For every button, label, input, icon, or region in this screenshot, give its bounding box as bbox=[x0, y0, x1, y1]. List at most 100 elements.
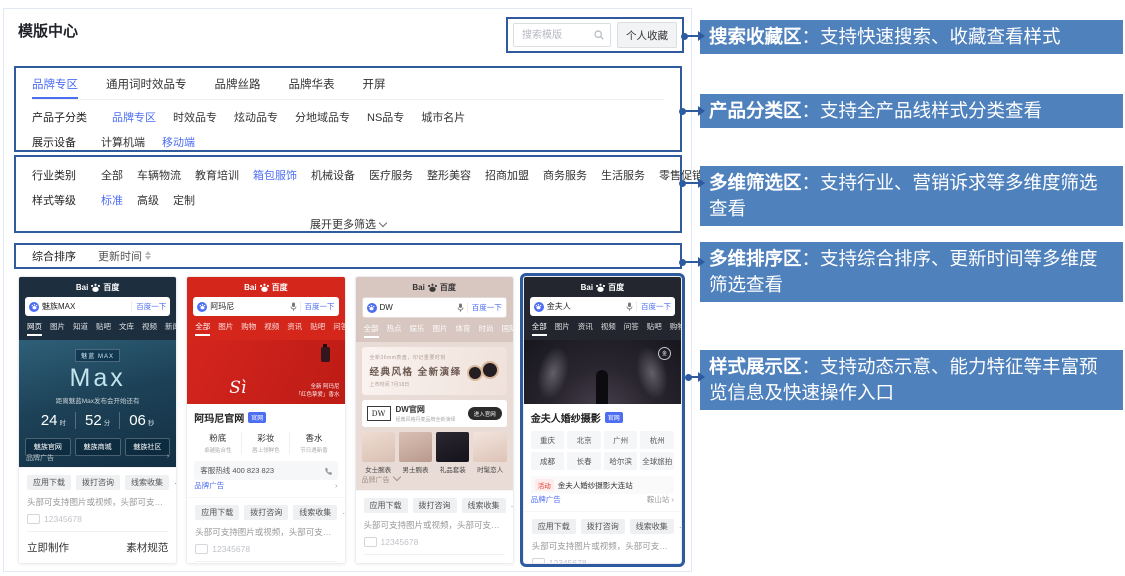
capability-tag[interactable]: 拨打咨询 bbox=[581, 519, 625, 534]
material-spec-link[interactable]: 素材规范 bbox=[463, 563, 505, 564]
city-item[interactable]: 广州 bbox=[604, 431, 638, 449]
result-tab[interactable]: 资讯 bbox=[287, 321, 302, 336]
result-tab[interactable]: 新闻 bbox=[165, 321, 177, 336]
capability-tag[interactable]: 拨打咨询 bbox=[413, 498, 457, 513]
result-tab[interactable]: 资讯 bbox=[578, 321, 593, 336]
industry-item[interactable]: 商务服务 bbox=[543, 167, 587, 183]
product-thumb[interactable]: 礼品套装 bbox=[436, 432, 469, 474]
arrow-right-icon[interactable]: › bbox=[167, 453, 169, 463]
baidu-go-button[interactable]: 百度一下 bbox=[467, 302, 502, 313]
baidu-go-button[interactable]: 百度一下 bbox=[300, 301, 335, 312]
capability-tag[interactable]: 线索收集 bbox=[630, 519, 674, 534]
sort-option-updated[interactable]: 更新时间 bbox=[98, 248, 151, 264]
baidu-search-bar[interactable]: 阿玛尼 百度一下 bbox=[193, 297, 338, 316]
result-tab[interactable]: 图片 bbox=[50, 321, 65, 336]
result-tab[interactable]: 热点 bbox=[387, 323, 402, 338]
result-tab[interactable]: 全部 bbox=[364, 323, 379, 338]
city-item[interactable]: 长春 bbox=[567, 452, 601, 470]
capability-tag[interactable]: 线索收集 bbox=[462, 498, 506, 513]
dw-site-card[interactable]: DW DW官网经典风格丹麦品牌全新演绎 进入官网 bbox=[362, 400, 507, 427]
sub-category-item[interactable]: 品牌专区 bbox=[112, 109, 156, 125]
product-thumb[interactable]: 男士腕表 bbox=[399, 432, 432, 474]
industry-item[interactable]: 教育培训 bbox=[195, 167, 239, 183]
product-column[interactable]: 粉底卓越贴合性 bbox=[194, 432, 241, 454]
result-tab[interactable]: 视频 bbox=[142, 321, 157, 336]
expand-more-filters-link[interactable]: 展开更多筛选 bbox=[32, 216, 664, 232]
sub-category-item[interactable]: 时效品专 bbox=[173, 109, 217, 125]
personal-favorites-button[interactable]: 个人收藏 bbox=[617, 22, 677, 48]
template-card-armani[interactable]: Bai百度 阿玛尼 百度一下 全部图片购物视频资讯贴吧问答 Sì 全新 阿玛尼「… bbox=[186, 276, 345, 564]
enter-site-button[interactable]: 进入官网 bbox=[468, 407, 502, 420]
result-tab[interactable]: 图片 bbox=[218, 321, 233, 336]
industry-item[interactable]: 生活服务 bbox=[601, 167, 645, 183]
capability-tag[interactable]: 线索收集 bbox=[293, 505, 337, 520]
search-input[interactable] bbox=[520, 29, 594, 42]
capability-tag[interactable]: 应用下载 bbox=[532, 519, 576, 534]
more-tags-icon[interactable]: ··· bbox=[679, 522, 682, 532]
result-tab[interactable]: 国际 bbox=[502, 323, 514, 338]
result-tab[interactable]: 贴吧 bbox=[96, 321, 111, 336]
result-tab[interactable]: 图片 bbox=[555, 321, 570, 336]
industry-item[interactable]: 全部 bbox=[101, 167, 123, 183]
product-line-tab[interactable]: 品牌丝路 bbox=[215, 76, 261, 92]
industry-item[interactable]: 医疗服务 bbox=[369, 167, 413, 183]
search-input-wrap[interactable] bbox=[513, 23, 611, 47]
product-line-tab[interactable]: 通用词时效品专 bbox=[106, 76, 187, 92]
template-card-meizu[interactable]: Bai百度 魅族MAX 百度一下 网页图片知道贴吧文库视频新闻 魅蓝 MAX M… bbox=[18, 276, 177, 564]
city-item[interactable]: 杭州 bbox=[640, 431, 674, 449]
city-item[interactable]: 北京 bbox=[567, 431, 601, 449]
baidu-search-bar[interactable]: 魅族MAX 百度一下 bbox=[25, 297, 170, 316]
result-tab[interactable]: 网页 bbox=[27, 321, 42, 336]
result-tab[interactable]: 时尚 bbox=[479, 323, 494, 338]
capability-tag[interactable]: 应用下载 bbox=[195, 505, 239, 520]
product-column[interactable]: 彩妆唇上领鲜色 bbox=[241, 432, 289, 454]
result-tab[interactable]: 体育 bbox=[456, 323, 471, 338]
sort-option-comprehensive[interactable]: 综合排序 bbox=[32, 248, 76, 264]
result-tab[interactable]: 问答 bbox=[333, 321, 345, 336]
product-thumb[interactable]: 时髦恋人 bbox=[473, 432, 506, 474]
sub-category-item[interactable]: NS品专 bbox=[367, 109, 404, 125]
city-item[interactable]: 全球旅拍 bbox=[640, 452, 674, 470]
result-tab[interactable]: 问答 bbox=[624, 321, 639, 336]
capability-tag[interactable]: 应用下载 bbox=[364, 498, 408, 513]
template-card-dw[interactable]: Bai百度 DW 百度一下 全部热点娱乐图片体育时尚国际 全新36mm表盘，印记… bbox=[355, 276, 514, 564]
product-line-tab[interactable]: 品牌华表 bbox=[289, 76, 335, 92]
sub-category-item[interactable]: 城市名片 bbox=[421, 109, 465, 125]
result-tab[interactable]: 购物 bbox=[241, 321, 256, 336]
hotline-bar[interactable]: 客服热线 400 823 823 bbox=[194, 461, 337, 480]
product-line-tab[interactable]: 品牌专区 bbox=[32, 76, 78, 99]
result-tab[interactable]: 贴吧 bbox=[310, 321, 325, 336]
microphone-icon[interactable] bbox=[290, 302, 297, 311]
more-tags-icon[interactable]: ··· bbox=[511, 501, 514, 511]
product-column[interactable]: 香水节日遇新香 bbox=[289, 432, 337, 454]
sub-category-item[interactable]: 分地域品专 bbox=[295, 109, 350, 125]
capability-tag[interactable]: 拨打咨询 bbox=[76, 475, 120, 490]
result-tab[interactable]: 视频 bbox=[264, 321, 279, 336]
city-item[interactable]: 哈尔滨 bbox=[604, 452, 638, 470]
create-now-button[interactable]: 立即制作 bbox=[364, 563, 406, 564]
arrow-right-icon[interactable]: › bbox=[335, 481, 338, 490]
more-tags-icon[interactable]: ··· bbox=[342, 508, 345, 518]
result-tab[interactable]: 贴吧 bbox=[647, 321, 662, 336]
industry-item[interactable]: 招商加盟 bbox=[485, 167, 529, 183]
device-item[interactable]: 移动端 bbox=[162, 134, 195, 150]
result-tab[interactable]: 全部 bbox=[195, 321, 210, 336]
result-tab[interactable]: 视频 bbox=[601, 321, 616, 336]
industry-item[interactable]: 机械设备 bbox=[311, 167, 355, 183]
city-item[interactable]: 重庆 bbox=[531, 431, 565, 449]
station-link[interactable]: 鞍山站 › bbox=[647, 494, 674, 505]
capability-tag[interactable]: 线索收集 bbox=[125, 475, 169, 490]
result-tab[interactable]: 全部 bbox=[532, 321, 547, 336]
level-item[interactable]: 高级 bbox=[137, 192, 159, 208]
material-spec-link[interactable]: 素材规范 bbox=[126, 540, 168, 555]
level-item[interactable]: 标准 bbox=[101, 192, 123, 208]
result-tab[interactable]: 文库 bbox=[119, 321, 134, 336]
baidu-go-button[interactable]: 百度一下 bbox=[636, 301, 671, 312]
site-title[interactable]: 金夫人婚纱摄影 bbox=[531, 410, 601, 425]
more-tags-icon[interactable]: ··· bbox=[174, 478, 177, 488]
product-line-tab[interactable]: 开屏 bbox=[363, 76, 386, 92]
industry-item[interactable]: 箱包服饰 bbox=[253, 167, 297, 183]
sub-category-item[interactable]: 炫动品专 bbox=[234, 109, 278, 125]
product-thumb[interactable]: 女士腕表 bbox=[362, 432, 395, 474]
device-item[interactable]: 计算机端 bbox=[101, 134, 145, 150]
